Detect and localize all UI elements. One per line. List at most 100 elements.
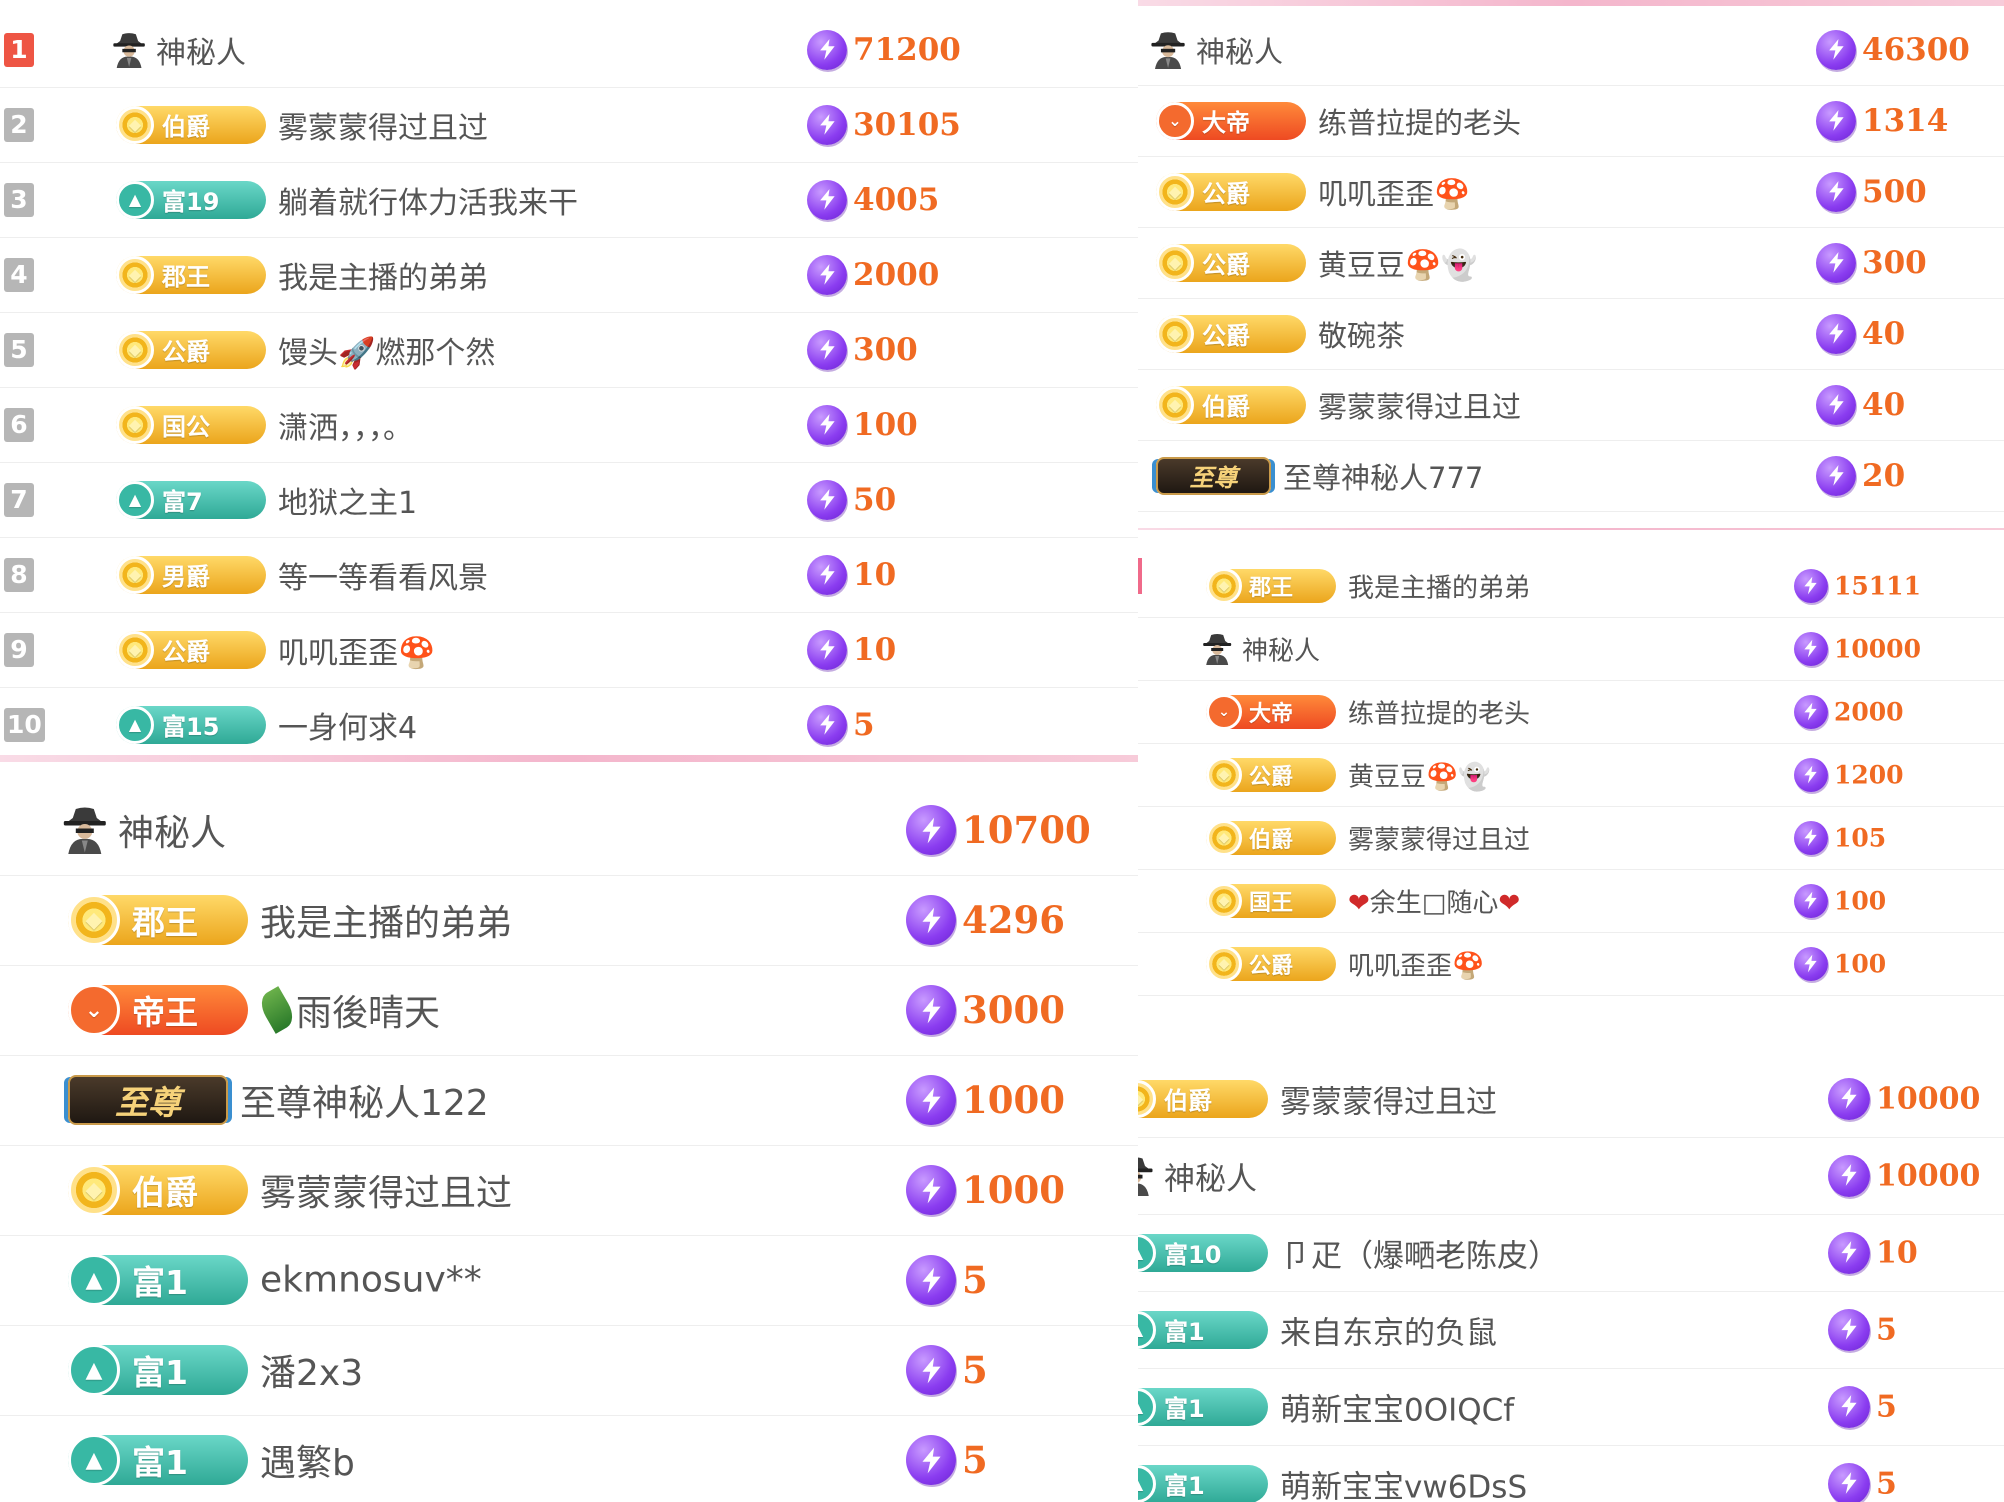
leaderboard-row[interactable]: ⌄ 帝王 雨後晴天 3000: [0, 965, 1138, 1056]
user-name[interactable]: ❤余生□随心❤: [1348, 882, 1520, 919]
leaderboard-row[interactable]: ◆ 伯爵 雾蒙蒙得过且过 105: [1138, 806, 2004, 870]
leaderboard-row[interactable]: ◆ 公爵 黄豆豆🍄👻 1200: [1138, 743, 2004, 807]
leaderboard-row[interactable]: ◆ 郡王 我是主播的弟弟 4296: [0, 875, 1138, 966]
leaderboard-row[interactable]: 8 ◆ 男爵 等一等看看风景 10: [0, 537, 1138, 613]
user-name[interactable]: 萌新宝宝vw6DsS: [1280, 1461, 1527, 1502]
level-badge: ▲ 富1: [1138, 1387, 1268, 1426]
leaderboard-row[interactable]: ▲ 富1 遇繁b 5: [0, 1415, 1138, 1502]
leaderboard-row[interactable]: ▲ 富1 萌新宝宝vw6DsS 5: [1138, 1445, 2004, 1502]
leaderboard-row[interactable]: ◆ 公爵 叽叽歪歪🍄 100: [1138, 932, 2004, 996]
user-name[interactable]: 神秘人: [1242, 630, 1320, 667]
score-value: 5: [962, 1258, 988, 1302]
section-divider: [1138, 0, 2004, 6]
leaderboard-row[interactable]: ▲ 富1 潘2x3 5: [0, 1325, 1138, 1416]
level-badge: ▲ 富1: [68, 1254, 248, 1306]
leaderboard-row[interactable]: 神秘人 10000: [1138, 1137, 2004, 1215]
user-name[interactable]: 至尊神秘人777: [1283, 455, 1483, 497]
user-name[interactable]: 神秘人: [1196, 29, 1283, 71]
badge-label: 富19: [162, 188, 220, 216]
leaderboard-row[interactable]: ◆ 伯爵 雾蒙蒙得过且过 10000: [1138, 1060, 2004, 1138]
level-badge: ▲ 富19: [116, 180, 266, 219]
lightning-bolt-icon: [1794, 568, 1828, 603]
spy-avatar-icon: [1138, 1156, 1154, 1196]
level-badge: ▲ 富1: [1138, 1310, 1268, 1349]
leaderboard-row[interactable]: 7 ▲ 富7 地狱之主1 50: [0, 462, 1138, 538]
leaderboard-row[interactable]: 1 神秘人 71200: [0, 12, 1138, 88]
score-value: 5: [1876, 1312, 1897, 1347]
user-name[interactable]: 敬碗茶: [1318, 313, 1405, 355]
user-name[interactable]: 我是主播的弟弟: [278, 253, 488, 297]
score-value: 100: [1834, 886, 1887, 915]
user-name[interactable]: 至尊神秘人122: [240, 1074, 489, 1126]
leaderboard-row[interactable]: ▲ 富1 ekmnosuv** 5: [0, 1235, 1138, 1326]
leaderboard-row[interactable]: 4 ◆ 郡王 我是主播的弟弟 2000: [0, 237, 1138, 313]
user-name[interactable]: 躺着就行体力活我来干: [278, 178, 578, 222]
user-name[interactable]: 雾蒙蒙得过且过: [1280, 1076, 1497, 1121]
score-value: 5: [1876, 1389, 1897, 1424]
lightning-bolt-icon: [1794, 946, 1828, 981]
user-name[interactable]: 叽叽歪歪🍄: [1318, 171, 1470, 213]
leaderboard-row[interactable]: ▲ 富1 萌新宝宝0OIQCf 5: [1138, 1368, 2004, 1446]
user-name[interactable]: 雨後晴天: [296, 984, 440, 1036]
user-name[interactable]: 神秘人: [156, 28, 246, 72]
spy-avatar-icon: [1202, 633, 1232, 665]
user-name[interactable]: 黄豆豆🍄👻: [1348, 756, 1491, 793]
badge-emblem-icon: ▲: [116, 480, 154, 519]
user-name[interactable]: 雾蒙蒙得过且过: [1348, 819, 1530, 856]
user-name[interactable]: 黄豆豆🍄👻: [1318, 242, 1477, 284]
leaderboard-row[interactable]: ⌄ 大帝 练普拉提的老头 1314: [1138, 85, 2004, 157]
user-name[interactable]: 潘2x3: [260, 1344, 363, 1396]
leaderboard-row[interactable]: 9 ◆ 公爵 叽叽歪歪🍄 10: [0, 612, 1138, 688]
user-name[interactable]: 一身何求4: [278, 703, 417, 747]
user-name[interactable]: 神秘人: [118, 804, 226, 856]
score-value: 4296: [962, 898, 1065, 942]
user-name[interactable]: 地狱之主1: [278, 478, 417, 522]
leaderboard-row[interactable]: 3 ▲ 富19 躺着就行体力活我来干 4005: [0, 162, 1138, 238]
lightning-bolt-icon: [1828, 1308, 1870, 1351]
leaderboard-row[interactable]: 至尊 至尊神秘人777 20: [1138, 440, 2004, 512]
score-value: 5: [962, 1348, 988, 1392]
user-name[interactable]: 等一等看看风景: [278, 553, 488, 597]
level-badge: ◆ 伯爵: [116, 105, 266, 144]
user-name[interactable]: 来自东京的负鼠: [1280, 1307, 1497, 1352]
badge-emblem-icon: ▲: [68, 1254, 120, 1306]
leaderboard-row[interactable]: ⌄ 大帝 练普拉提的老头 2000: [1138, 680, 2004, 744]
user-name[interactable]: 雾蒙蒙得过且过: [1318, 384, 1521, 426]
leaderboard-row[interactable]: ◆ 郡王 我是主播的弟弟 15111: [1138, 554, 2004, 618]
user-name[interactable]: 馒头🚀燃那个然: [278, 328, 495, 372]
user-name[interactable]: 我是主播的弟弟: [260, 894, 512, 946]
level-badge: ◆ 公爵: [1156, 172, 1306, 211]
leaderboard-row[interactable]: ◆ 公爵 敬碗茶 40: [1138, 298, 2004, 370]
leaderboard-row[interactable]: ◆ 伯爵 雾蒙蒙得过且过 1000: [0, 1145, 1138, 1236]
user-name[interactable]: 叽叽歪歪🍄: [278, 628, 435, 672]
leaderboard-row[interactable]: ◆ 伯爵 雾蒙蒙得过且过 40: [1138, 369, 2004, 441]
user-name[interactable]: 神秘人: [1164, 1153, 1257, 1198]
leaderboard-row[interactable]: 6 ◆ 国公 潇洒，，，。 100: [0, 387, 1138, 463]
user-name[interactable]: 练普拉提的老头: [1318, 100, 1521, 142]
leaderboard-row[interactable]: ◆ 公爵 黄豆豆🍄👻 300: [1138, 227, 2004, 299]
leaderboard-row[interactable]: ▲ 富10 卩疋（爆嗮老陈皮） 10: [1138, 1214, 2004, 1292]
leaderboard-row[interactable]: 2 ◆ 伯爵 雾蒙蒙得过且过 30105: [0, 87, 1138, 163]
leaderboard-row[interactable]: ◆ 国王 ❤余生□随心❤ 100: [1138, 869, 2004, 933]
badge-label: 富1: [1164, 1395, 1205, 1423]
user-name[interactable]: ekmnosuv**: [260, 1260, 482, 1301]
leaderboard-row[interactable]: ▲ 富1 来自东京的负鼠 5: [1138, 1291, 2004, 1369]
leaderboard-row[interactable]: 神秘人 10700: [0, 785, 1138, 876]
user-name[interactable]: 遇繁b: [260, 1434, 355, 1486]
user-name[interactable]: 卩疋（爆嗮老陈皮）: [1280, 1230, 1559, 1275]
leaderboard-row[interactable]: 神秘人 10000: [1138, 617, 2004, 681]
leaderboard-row[interactable]: ◆ 公爵 叽叽歪歪🍄 500: [1138, 156, 2004, 228]
spy-avatar-icon: [62, 806, 108, 854]
badge-label: 男爵: [162, 563, 210, 591]
user-name[interactable]: 潇洒，，，。: [278, 403, 413, 447]
user-name[interactable]: 我是主播的弟弟: [1348, 567, 1530, 604]
leaderboard-row[interactable]: 10 ▲ 富15 一身何求4 5: [0, 687, 1138, 762]
leaderboard-row[interactable]: 5 ◆ 公爵 馒头🚀燃那个然 300: [0, 312, 1138, 388]
leaderboard-row[interactable]: 至尊 至尊神秘人122 1000: [0, 1055, 1138, 1146]
user-name[interactable]: 萌新宝宝0OIQCf: [1280, 1384, 1514, 1429]
user-name[interactable]: 练普拉提的老头: [1348, 693, 1530, 730]
user-name[interactable]: 叽叽歪歪🍄: [1348, 945, 1484, 982]
user-name[interactable]: 雾蒙蒙得过且过: [260, 1164, 512, 1216]
leaderboard-row[interactable]: 神秘人 46300: [1138, 14, 2004, 86]
user-name[interactable]: 雾蒙蒙得过且过: [278, 103, 488, 147]
